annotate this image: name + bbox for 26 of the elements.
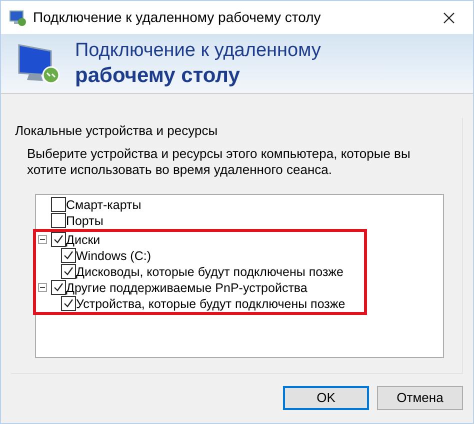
header-title: рабочему столу (75, 62, 241, 88)
checkbox[interactable] (51, 280, 66, 295)
collapse-icon[interactable] (38, 283, 47, 292)
collapse-icon[interactable] (38, 235, 47, 244)
monitor-icon (9, 10, 27, 26)
window-title: Подключение к удаленному рабочему столу (33, 8, 322, 27)
checkbox[interactable] (51, 213, 66, 228)
checkbox[interactable] (61, 248, 76, 263)
dialog-button[interactable]: Отмена (377, 386, 463, 410)
checkbox[interactable] (61, 296, 76, 311)
tree-item-label[interactable]: Другие поддерживаемые PnP-устройства (66, 280, 308, 296)
group-title: Локальные устройства и ресурсы (15, 122, 219, 140)
tree-item-label[interactable]: Смарт-карты (66, 196, 142, 212)
checkbox[interactable] (51, 197, 66, 212)
monitor-icon (17, 42, 61, 84)
close-icon[interactable] (443, 12, 455, 24)
tree-item-label[interactable]: Устройства, которые будут подключены позже (76, 296, 346, 312)
checkbox[interactable] (51, 232, 66, 247)
dialog-button[interactable]: OK (283, 386, 369, 410)
tree-item-label[interactable]: Дисководы, которые будут подключены позже (76, 264, 344, 280)
tree-item-label[interactable]: Порты (66, 212, 104, 228)
tree-item-label[interactable]: Windows (C:) (76, 248, 152, 264)
checkbox[interactable] (61, 264, 76, 279)
description-text: Выберите устройства и ресурсы этого компьютера, которые вы хотите использовать во время удаленного сеанса. (26, 146, 412, 178)
tree-item-label[interactable]: Диски (66, 232, 100, 248)
header-title: Подключение к удаленному (75, 38, 321, 62)
